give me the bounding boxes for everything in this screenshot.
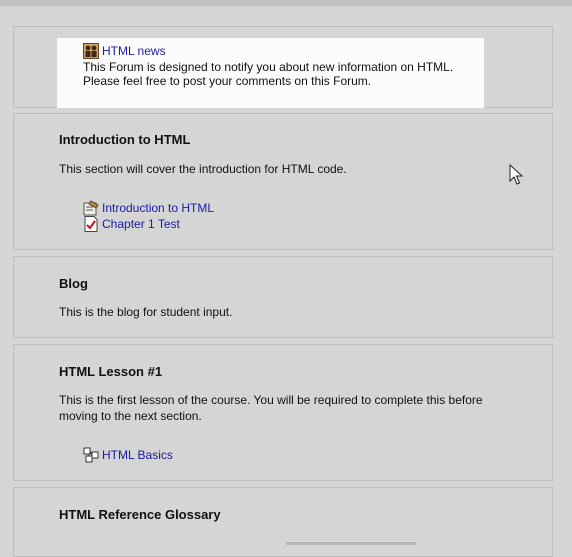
forum-link-row[interactable]: HTML news — [83, 43, 166, 59]
forum-link[interactable]: HTML news — [102, 44, 166, 58]
quiz-icon — [83, 216, 99, 232]
activity-link[interactable]: Introduction to HTML — [102, 201, 214, 215]
forum-description-line1: This Forum is designed to notify you abo… — [83, 60, 454, 74]
section-1-summary: This section will cover the introduction… — [59, 162, 347, 176]
activity-html-basics[interactable]: HTML Basics — [83, 447, 173, 463]
activity-chapter-1-test[interactable]: Chapter 1 Test — [83, 216, 180, 232]
section-3-title: HTML Lesson #1 — [59, 364, 163, 379]
course-section-4 — [13, 487, 553, 557]
section-1-title: Introduction to HTML — [59, 132, 191, 147]
section-3-summary-line2: moving to the next section. — [59, 409, 202, 423]
top-bar — [0, 0, 572, 6]
activity-link[interactable]: HTML Basics — [102, 448, 173, 462]
section-2-summary: This is the blog for student input. — [59, 305, 233, 319]
section-3-summary-line1: This is the first lesson of the course. … — [59, 393, 483, 407]
mouse-cursor-icon — [509, 163, 525, 186]
activity-introduction-to-html[interactable]: Introduction to HTML — [83, 200, 214, 216]
forum-description-line2: Please feel free to post your comments o… — [83, 74, 372, 88]
section-4-title: HTML Reference Glossary — [59, 507, 221, 522]
course-section-2 — [13, 256, 553, 338]
lesson-icon — [83, 447, 99, 463]
activity-link[interactable]: Chapter 1 Test — [102, 217, 180, 231]
forum-icon — [83, 43, 99, 59]
section-2-title: Blog — [59, 276, 88, 291]
resource-icon — [83, 200, 99, 216]
